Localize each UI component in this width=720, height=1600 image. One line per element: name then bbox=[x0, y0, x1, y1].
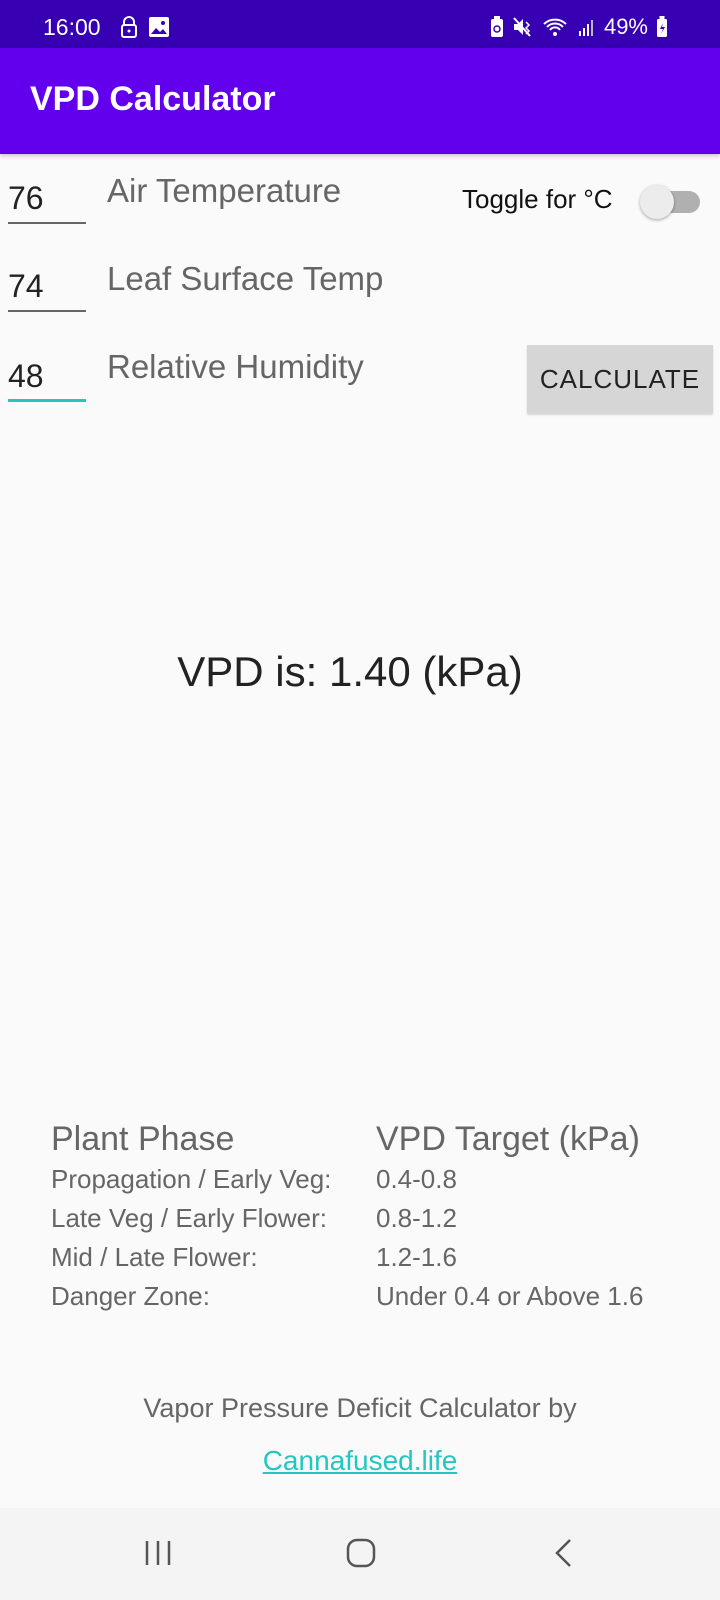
relative-humidity-label: Relative Humidity bbox=[107, 348, 364, 385]
app-bar: VPD Calculator bbox=[0, 48, 720, 154]
air-temperature-label: Air Temperature bbox=[107, 172, 342, 209]
signal-icon bbox=[578, 20, 593, 36]
header-plant-phase: Plant Phase bbox=[51, 1120, 235, 1158]
table-row: Mid / Late Flower: 1.2-1.6 bbox=[51, 1238, 691, 1277]
header-vpd-target: VPD Target (kPa) bbox=[376, 1120, 640, 1158]
leaf-surface-temp-input[interactable]: 74 bbox=[8, 262, 86, 312]
cannafused-link[interactable]: Cannafused.life bbox=[0, 1445, 720, 1477]
footer-credit: Vapor Pressure Deficit Calculator by bbox=[143, 1393, 577, 1423]
recents-button[interactable] bbox=[128, 1528, 188, 1578]
table-row: Late Veg / Early Flower: 0.8-1.2 bbox=[51, 1199, 691, 1238]
battery-percent: 49% bbox=[603, 14, 648, 39]
target-cell: 1.2-1.6 bbox=[376, 1242, 457, 1272]
table-row: Propagation / Early Veg: 0.4-0.8 bbox=[51, 1160, 691, 1199]
status-time: 16:00 bbox=[43, 14, 101, 40]
celsius-toggle-label: Toggle for °C bbox=[462, 184, 613, 214]
back-button[interactable] bbox=[534, 1528, 594, 1578]
home-icon bbox=[346, 1538, 376, 1568]
app-title: VPD Calculator bbox=[30, 80, 276, 118]
target-cell: 0.4-0.8 bbox=[376, 1164, 457, 1194]
phase-cell: Propagation / Early Veg: bbox=[51, 1164, 332, 1194]
status-bar: 16:00 49% bbox=[0, 0, 720, 48]
celsius-toggle-switch[interactable] bbox=[640, 185, 702, 219]
phase-cell: Danger Zone: bbox=[51, 1281, 210, 1311]
phase-cell: Mid / Late Flower: bbox=[51, 1242, 258, 1272]
target-cell: 0.8-1.2 bbox=[376, 1203, 457, 1233]
table-header: Plant Phase VPD Target (kPa) bbox=[51, 1120, 691, 1160]
relative-humidity-input[interactable]: 48 bbox=[8, 352, 86, 402]
switch-thumb bbox=[640, 185, 674, 219]
battery-saver-icon bbox=[490, 16, 503, 37]
phase-cell: Late Veg / Early Flower: bbox=[51, 1203, 328, 1233]
target-cell: Under 0.4 or Above 1.6 bbox=[376, 1281, 644, 1311]
wifi-icon bbox=[543, 18, 567, 36]
home-button[interactable] bbox=[331, 1528, 391, 1578]
vpd-result: VPD is: 1.40 (kPa) bbox=[177, 648, 523, 695]
back-icon bbox=[555, 1539, 571, 1567]
battery-charging-icon bbox=[657, 16, 667, 37]
lock-icon bbox=[121, 16, 137, 38]
image-icon bbox=[149, 17, 169, 37]
vpd-target-table: Plant Phase VPD Target (kPa) Propagation… bbox=[51, 1120, 691, 1316]
leaf-surface-temp-label: Leaf Surface Temp bbox=[107, 260, 384, 297]
navigation-bar bbox=[0, 1508, 720, 1600]
recents-icon bbox=[145, 1541, 171, 1565]
table-row: Danger Zone: Under 0.4 or Above 1.6 bbox=[51, 1277, 691, 1316]
calculate-button[interactable]: CALCULATE bbox=[527, 345, 713, 413]
air-temperature-input[interactable]: 76 bbox=[8, 174, 86, 224]
mute-icon bbox=[513, 17, 531, 37]
